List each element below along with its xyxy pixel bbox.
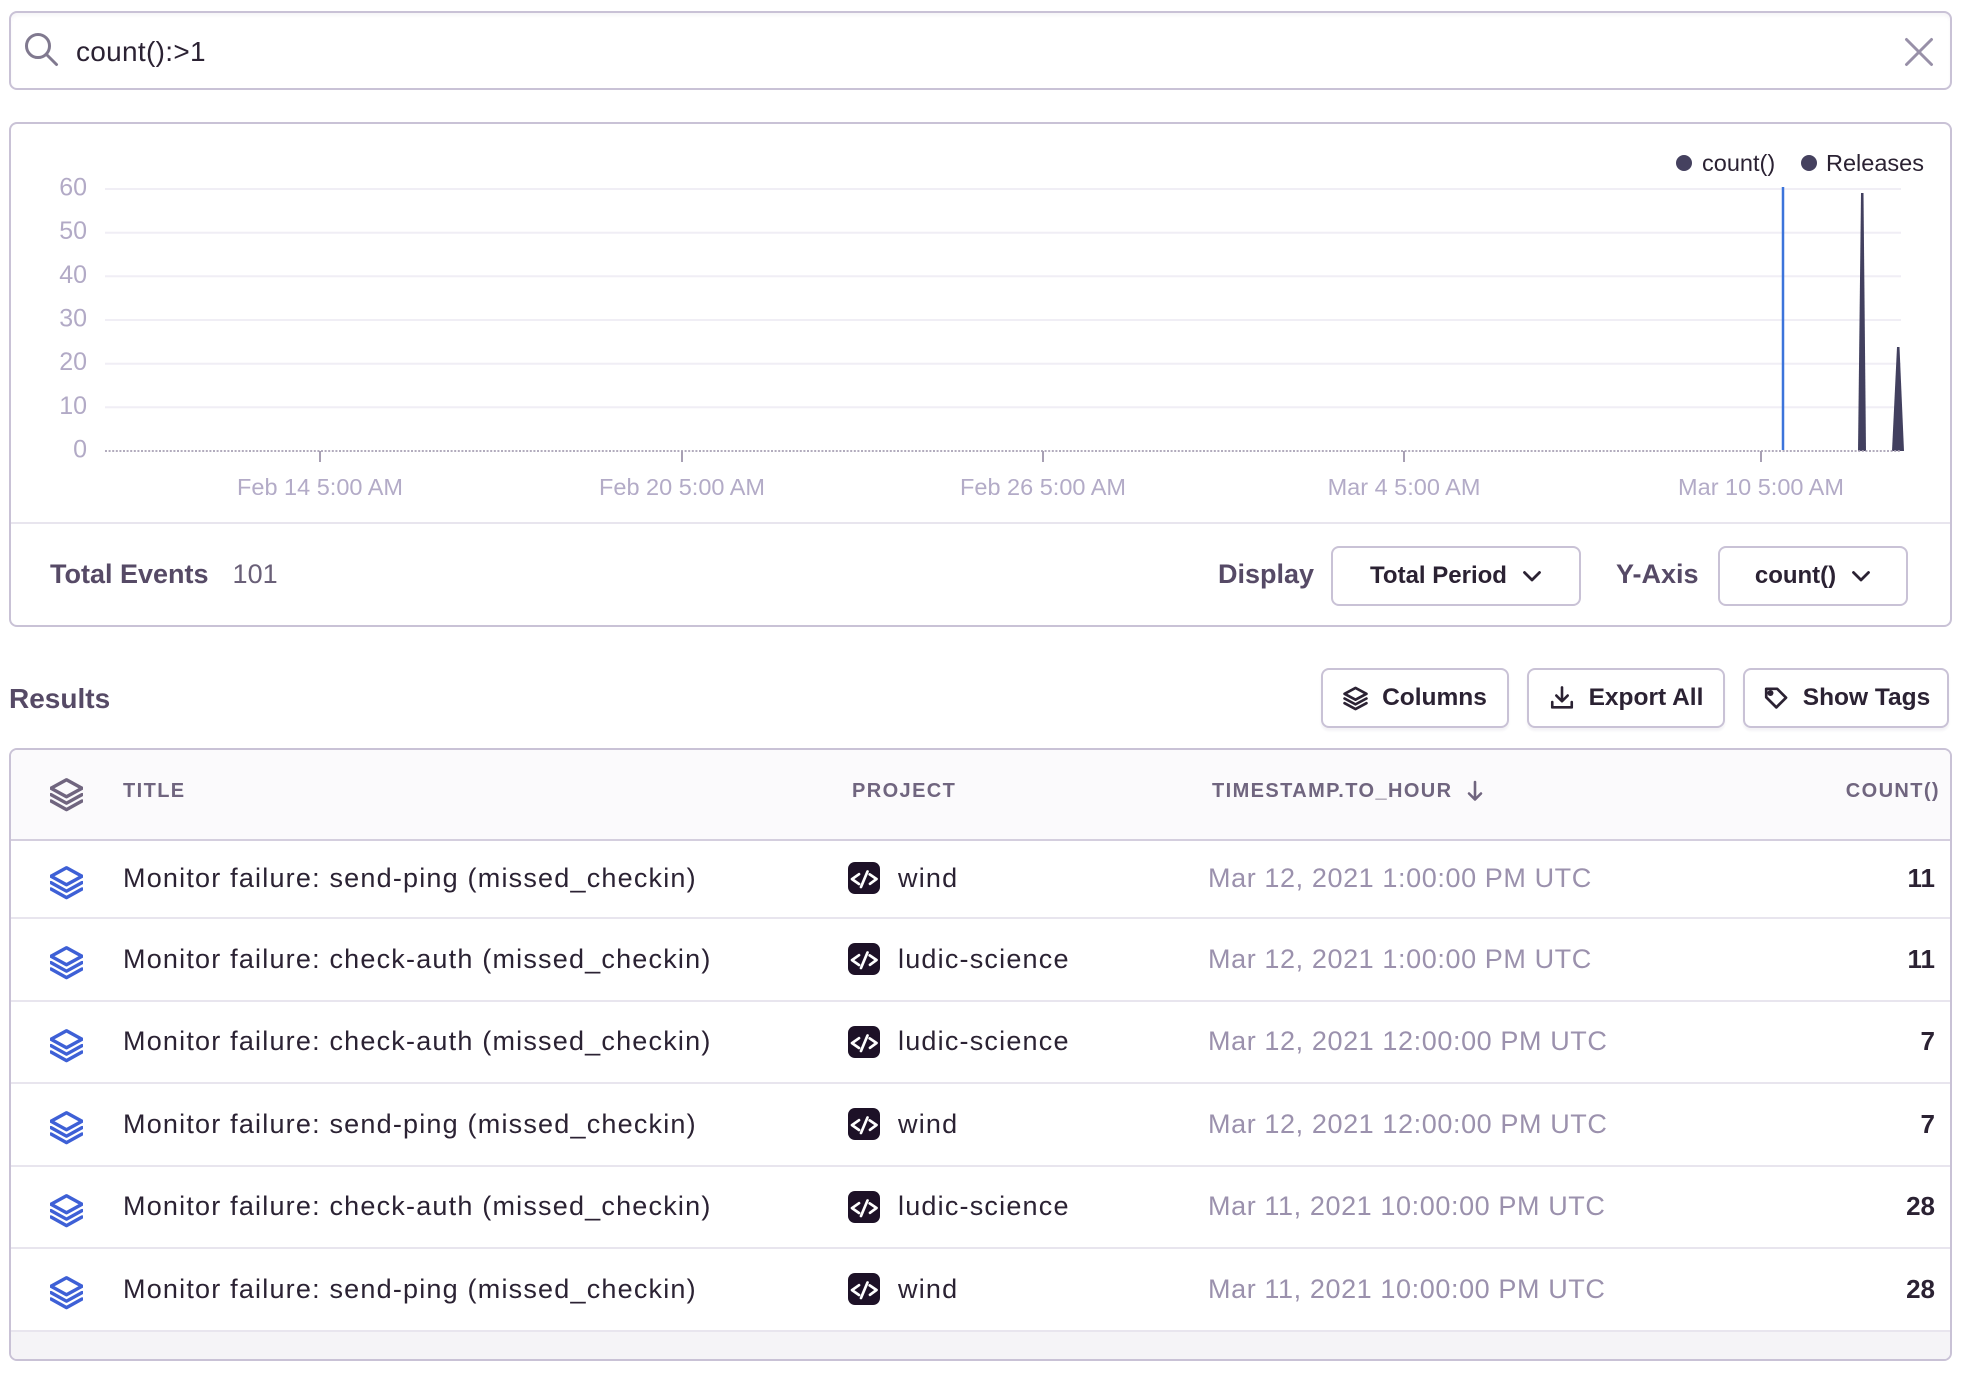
svg-text:Feb 14 5:00 AM: Feb 14 5:00 AM [237, 474, 403, 500]
svg-text:Mar 4 5:00 AM: Mar 4 5:00 AM [1328, 474, 1481, 500]
svg-text:50: 50 [59, 217, 87, 245]
svg-text:Feb 26 5:00 AM: Feb 26 5:00 AM [960, 474, 1126, 500]
svg-text:Mar 10 5:00 AM: Mar 10 5:00 AM [1678, 474, 1844, 500]
svg-text:30: 30 [59, 305, 87, 333]
svg-text:10: 10 [59, 392, 87, 420]
svg-text:40: 40 [59, 261, 87, 289]
svg-text:20: 20 [59, 348, 87, 376]
svg-text:60: 60 [59, 174, 87, 202]
svg-text:0: 0 [73, 436, 87, 464]
svg-text:Feb 20 5:00 AM: Feb 20 5:00 AM [599, 474, 765, 500]
